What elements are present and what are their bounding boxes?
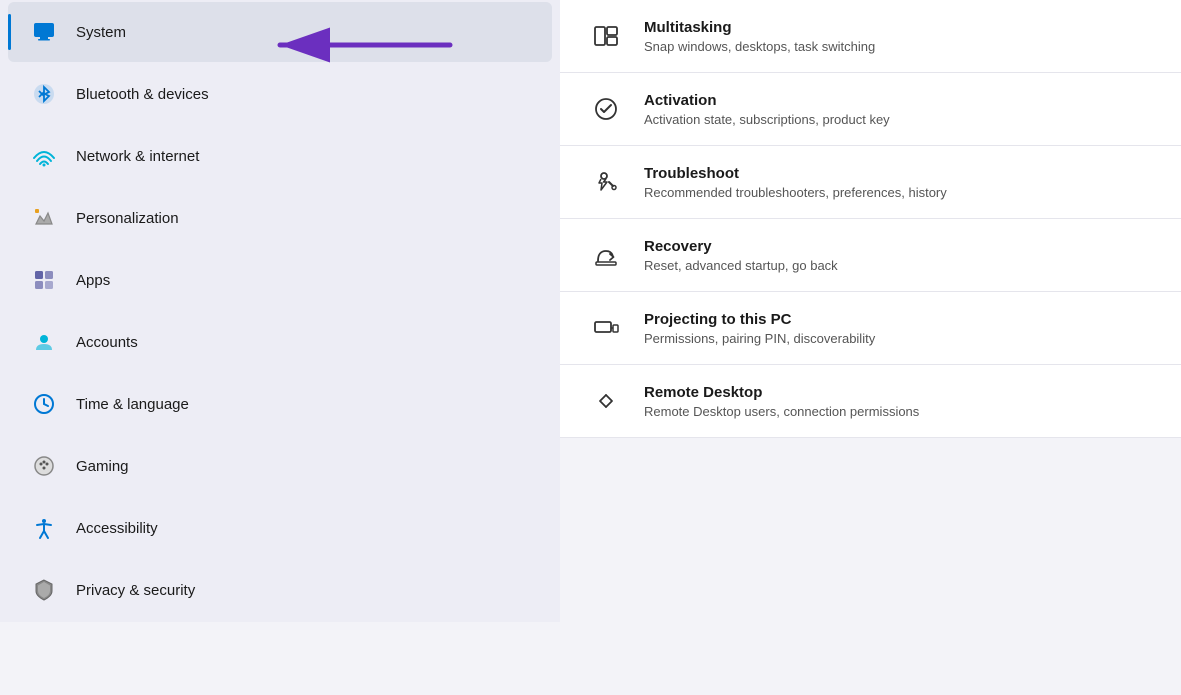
- sidebar-item-privacy[interactable]: Privacy & security: [8, 560, 552, 620]
- settings-item-recovery[interactable]: Recovery Reset, advanced startup, go back: [560, 219, 1181, 292]
- sidebar-item-system[interactable]: System: [8, 2, 552, 62]
- sidebar-item-network[interactable]: Network & internet: [8, 126, 552, 186]
- bluetooth-icon: [28, 78, 60, 110]
- sidebar-item-label-system: System: [76, 24, 126, 41]
- privacy-icon: [28, 574, 60, 606]
- sidebar-item-accounts[interactable]: Accounts: [8, 312, 552, 372]
- personalization-icon: [28, 202, 60, 234]
- network-icon: [28, 140, 60, 172]
- time-icon: [28, 388, 60, 420]
- sidebar-item-time[interactable]: Time & language: [8, 374, 552, 434]
- sidebar-item-label-accounts: Accounts: [76, 334, 138, 351]
- sidebar-item-label-time: Time & language: [76, 396, 189, 413]
- accessibility-icon: [28, 512, 60, 544]
- settings-item-projecting[interactable]: Projecting to this PC Permissions, pairin…: [560, 292, 1181, 365]
- settings-desc-snap: Snap windows, desktops, task switching: [644, 39, 875, 54]
- sidebar-item-label-gaming: Gaming: [76, 458, 129, 475]
- remotedesktop-settings-icon: [588, 383, 624, 419]
- sidebar-item-label-network: Network & internet: [76, 148, 199, 165]
- sidebar-item-gaming[interactable]: Gaming: [8, 436, 552, 496]
- sidebar-item-label-bluetooth: Bluetooth & devices: [76, 86, 209, 103]
- sidebar-item-bluetooth[interactable]: Bluetooth & devices: [8, 64, 552, 124]
- settings-title-snap: Multitasking: [644, 19, 875, 36]
- settings-item-activation[interactable]: Activation Activation state, subscription…: [560, 73, 1181, 146]
- system-icon: [28, 16, 60, 48]
- settings-item-snap[interactable]: Multitasking Snap windows, desktops, task…: [560, 0, 1181, 73]
- troubleshoot-settings-icon: [588, 164, 624, 200]
- sidebar-item-label-accessibility: Accessibility: [76, 520, 158, 537]
- settings-desc-remotedesktop: Remote Desktop users, connection permiss…: [644, 404, 919, 419]
- sidebar-item-apps[interactable]: Apps: [8, 250, 552, 310]
- settings-desc-troubleshoot: Recommended troubleshooters, preferences…: [644, 185, 947, 200]
- settings-title-troubleshoot: Troubleshoot: [644, 165, 947, 182]
- settings-title-remotedesktop: Remote Desktop: [644, 384, 919, 401]
- settings-item-troubleshoot[interactable]: Troubleshoot Recommended troubleshooters,…: [560, 146, 1181, 219]
- settings-desc-activation: Activation state, subscriptions, product…: [644, 112, 890, 127]
- sidebar-item-personalization[interactable]: Personalization: [8, 188, 552, 248]
- activation-settings-icon: [588, 91, 624, 127]
- snap-settings-icon: [588, 18, 624, 54]
- settings-title-projecting: Projecting to this PC: [644, 311, 875, 328]
- gaming-icon: [28, 450, 60, 482]
- sidebar-item-label-privacy: Privacy & security: [76, 582, 195, 599]
- sidebar-item-accessibility[interactable]: Accessibility: [8, 498, 552, 558]
- projecting-settings-icon: [588, 310, 624, 346]
- sidebar-item-label-apps: Apps: [76, 272, 110, 289]
- recovery-settings-icon: [588, 237, 624, 273]
- accounts-icon: [28, 326, 60, 358]
- settings-title-recovery: Recovery: [644, 238, 838, 255]
- settings-desc-recovery: Reset, advanced startup, go back: [644, 258, 838, 273]
- settings-title-activation: Activation: [644, 92, 890, 109]
- settings-desc-projecting: Permissions, pairing PIN, discoverabilit…: [644, 331, 875, 346]
- sidebar-item-label-personalization: Personalization: [76, 210, 179, 227]
- apps-icon: [28, 264, 60, 296]
- settings-item-remotedesktop[interactable]: Remote Desktop Remote Desktop users, conn…: [560, 365, 1181, 438]
